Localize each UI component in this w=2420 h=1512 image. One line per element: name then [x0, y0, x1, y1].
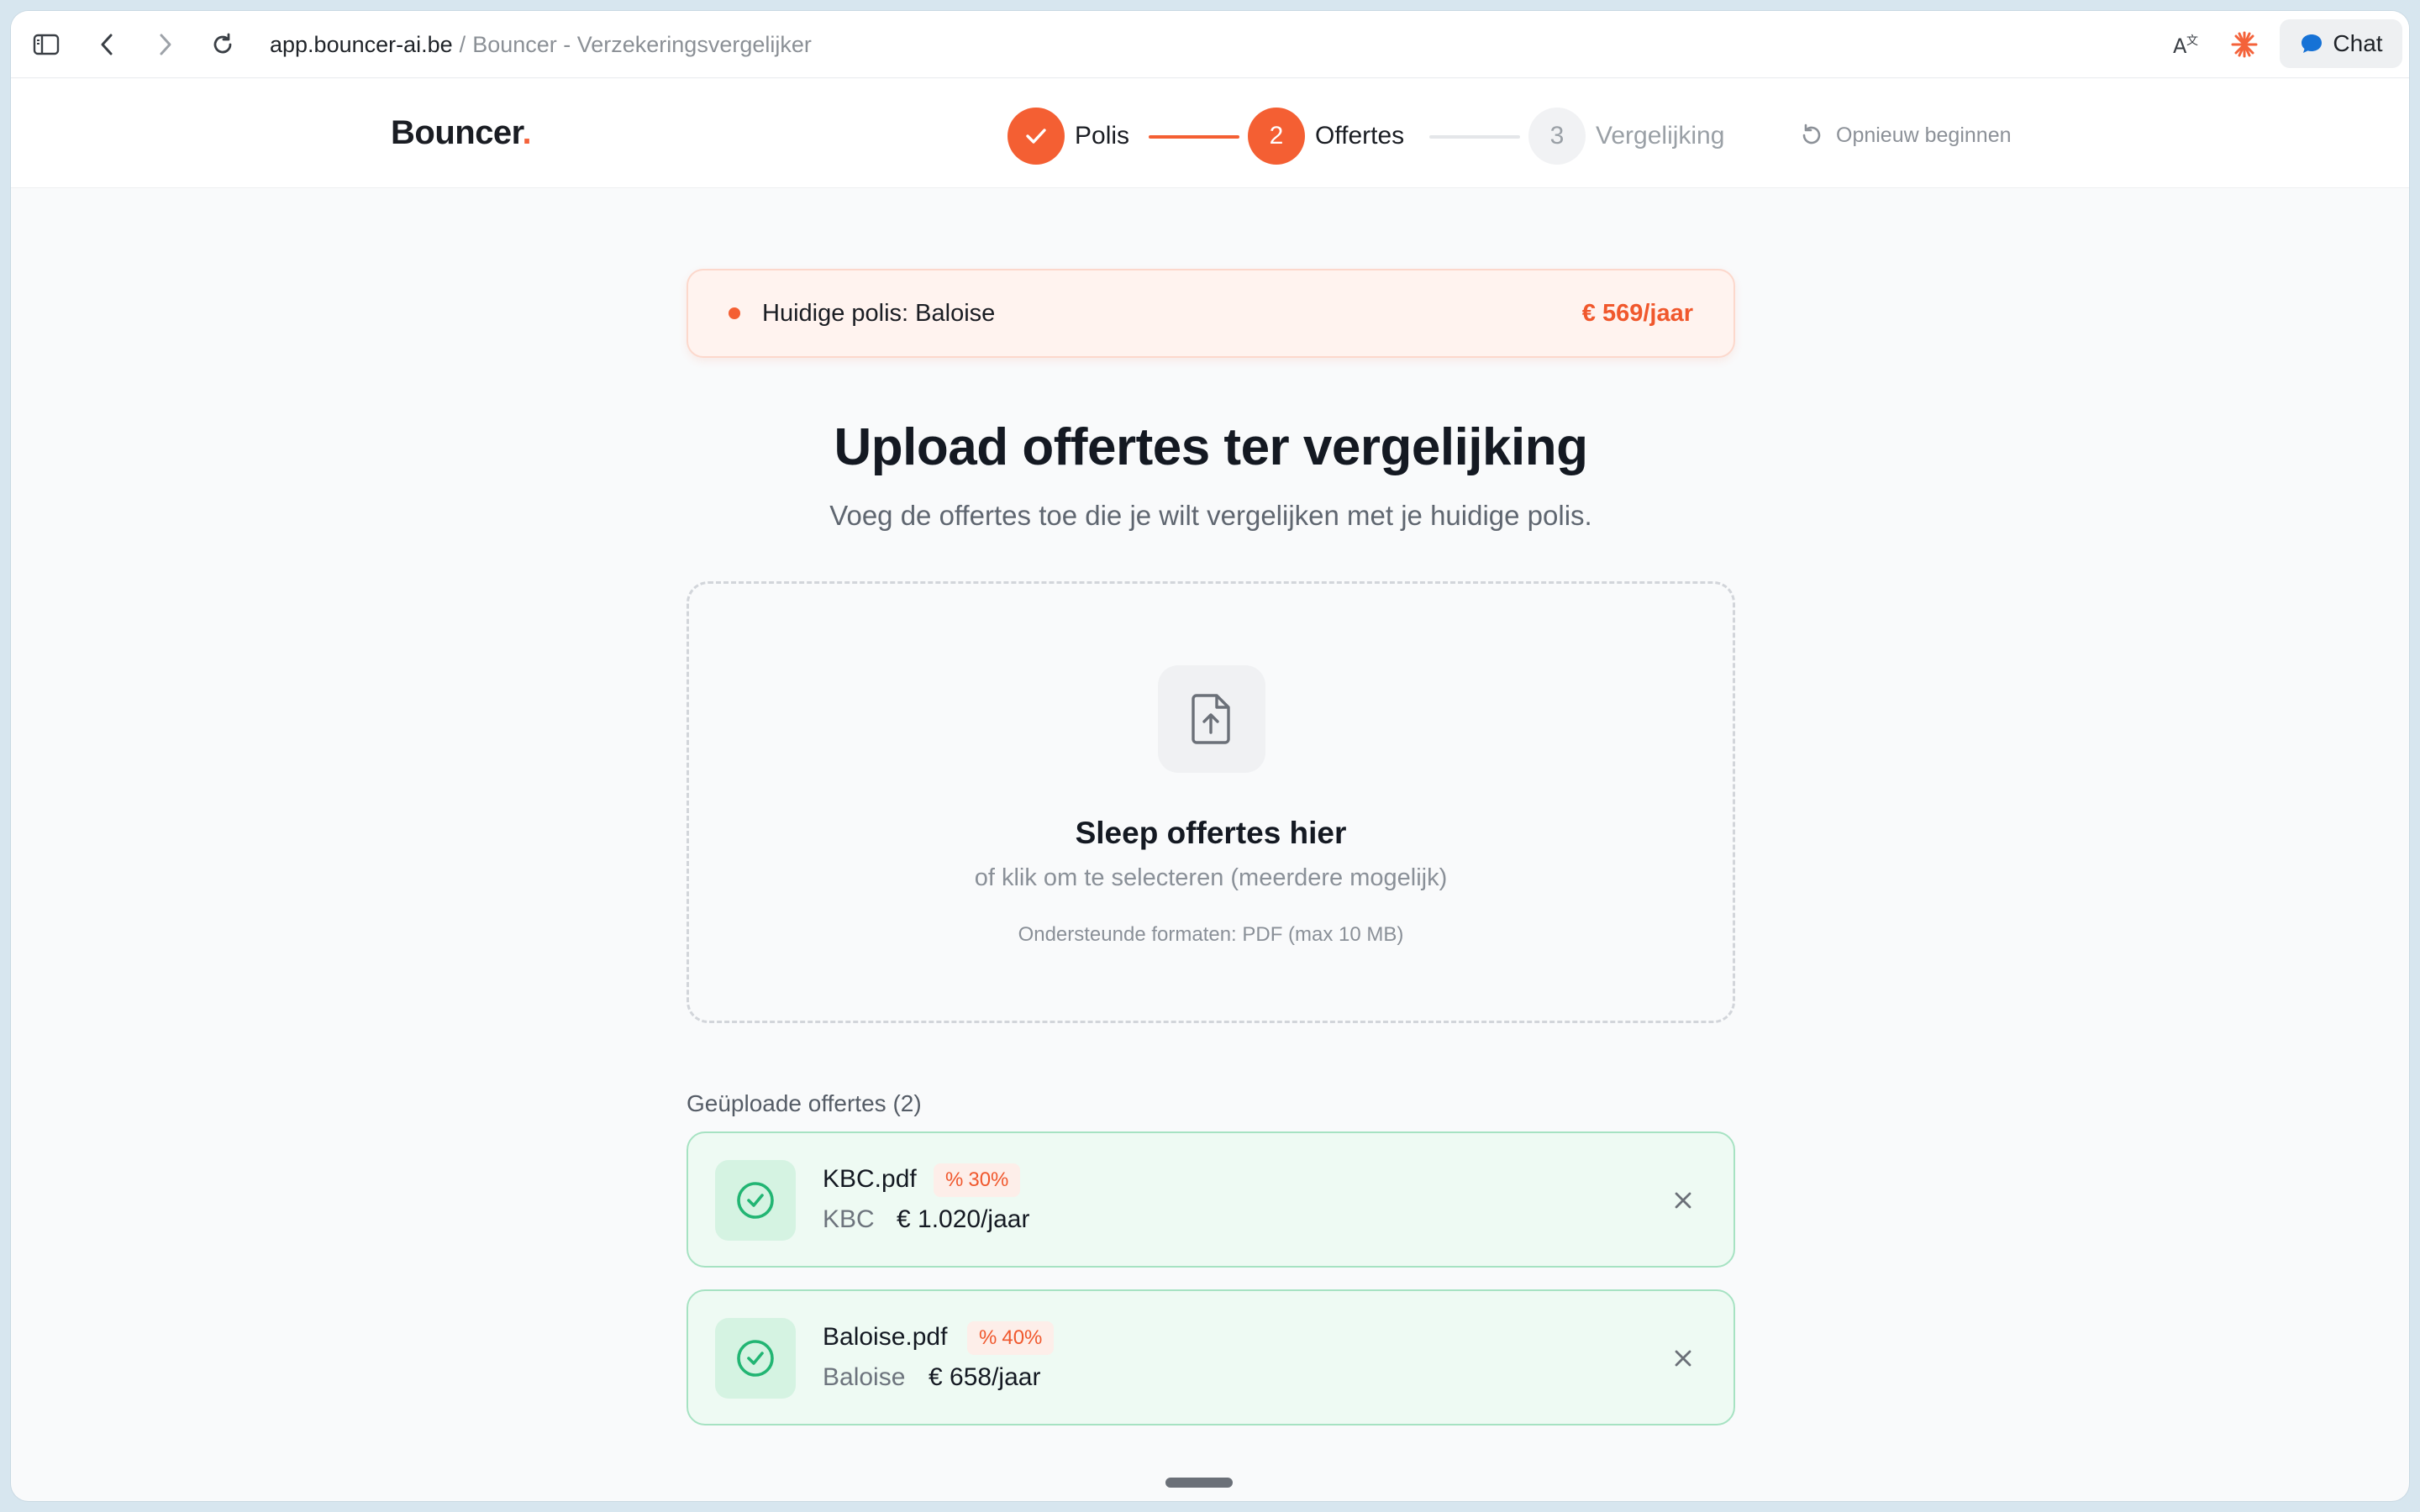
file-price: € 658/jaar: [929, 1363, 1041, 1391]
file-insurer: KBC: [823, 1205, 875, 1233]
page-title: Upload offertes ter vergelijking: [834, 418, 1589, 476]
restart-button[interactable]: Opnieuw beginnen: [1799, 123, 2012, 148]
file-price: € 1.020/jaar: [897, 1205, 1030, 1233]
current-policy-price: € 569/jaar: [1581, 299, 1693, 327]
dropzone-title: Sleep offertes hier: [1075, 816, 1347, 850]
discount-badge: % 40%: [967, 1321, 1055, 1355]
step-label-polis: Polis: [1075, 122, 1130, 150]
step-number-offertes: 2: [1248, 108, 1305, 165]
percent-icon: %: [945, 1168, 964, 1191]
step-number-vergelijking: 3: [1528, 108, 1586, 165]
remove-file-button[interactable]: [1668, 1185, 1698, 1215]
status-dot-icon: [729, 307, 740, 319]
chat-bubble-icon: [2302, 34, 2323, 53]
step-label-vergelijking: Vergelijking: [1596, 122, 1725, 150]
step-vergelijking[interactable]: 3 Vergelijking: [1528, 108, 1724, 165]
chat-label: Chat: [2333, 30, 2383, 56]
close-icon: [1675, 1350, 1691, 1367]
address-separator: /: [459, 31, 466, 57]
back-icon[interactable]: [92, 29, 122, 60]
discount-badge: % 30%: [934, 1163, 1021, 1197]
logo-dot: .: [522, 114, 532, 151]
restart-label: Opnieuw beginnen: [1836, 123, 2012, 147]
step-connector-2: [1429, 135, 1520, 139]
step-done-check-icon: [1007, 108, 1065, 165]
dropzone-subtitle: of klik om te selecteren (meerdere mogel…: [974, 864, 1448, 891]
step-connector-1: [1149, 135, 1239, 139]
file-upload-icon: [1158, 665, 1265, 773]
address-page-title: Bouncer - Verzekeringsvergelijker: [472, 31, 812, 57]
step-offertes[interactable]: 2 Offertes: [1248, 108, 1404, 165]
scroll-handle[interactable]: [1165, 1478, 1233, 1488]
remove-file-button[interactable]: [1668, 1343, 1698, 1373]
uploaded-file-card: KBC.pdf % 30% KBC € 1.020/jaar: [687, 1131, 1735, 1268]
current-policy-banner: Huidige polis: Baloise € 569/jaar: [687, 269, 1735, 358]
sidebar-toggle-icon[interactable]: [31, 29, 61, 60]
step-label-offertes: Offertes: [1315, 122, 1405, 150]
svg-text:A: A: [2173, 34, 2187, 58]
upload-dropzone[interactable]: Sleep offertes hier of klik om te select…: [687, 581, 1735, 1023]
file-name: KBC.pdf: [823, 1165, 917, 1193]
discount-value: 30%: [968, 1168, 1009, 1191]
bouncer-logo[interactable]: Bouncer.: [391, 114, 532, 152]
svg-text:文: 文: [2186, 34, 2198, 48]
reload-icon[interactable]: [208, 29, 238, 60]
check-circle-icon: [715, 1318, 796, 1399]
step-polis[interactable]: Polis: [1007, 108, 1129, 165]
close-icon: [1675, 1192, 1691, 1209]
uploaded-file-card: Baloise.pdf % 40% Baloise € 658/jaar: [687, 1289, 1735, 1425]
file-name: Baloise.pdf: [823, 1323, 948, 1351]
discount-value: 40%: [1002, 1326, 1043, 1349]
browser-window: app.bouncer-ai.be / Bouncer - Verzekerin…: [10, 10, 2410, 1502]
translate-icon[interactable]: A文: [2170, 29, 2201, 60]
logo-text: Bouncer: [391, 114, 523, 151]
app-header: Bouncer. Polis 2 Offertes 3 Vergelijking…: [11, 79, 2409, 188]
percent-icon: %: [979, 1326, 997, 1349]
dropzone-formats: Ondersteunde formaten: PDF (max 10 MB): [1018, 923, 1404, 946]
current-policy-label: Huidige polis: Baloise: [762, 299, 996, 327]
restart-icon: [1802, 123, 1821, 144]
chat-button[interactable]: Chat: [2280, 19, 2402, 68]
uploaded-list-title: Geüploade offertes (2): [687, 1090, 922, 1116]
sparkle-icon[interactable]: [2229, 29, 2260, 60]
address-host: app.bouncer-ai.be: [270, 31, 453, 57]
file-insurer: Baloise: [823, 1363, 906, 1391]
check-circle-icon: [715, 1160, 796, 1241]
page-subtitle: Voeg de offertes toe die je wilt vergeli…: [829, 500, 1592, 531]
browser-toolbar: app.bouncer-ai.be / Bouncer - Verzekerin…: [11, 11, 2409, 78]
address-bar[interactable]: app.bouncer-ai.be / Bouncer - Verzekerin…: [270, 28, 812, 61]
forward-icon[interactable]: [150, 29, 181, 60]
